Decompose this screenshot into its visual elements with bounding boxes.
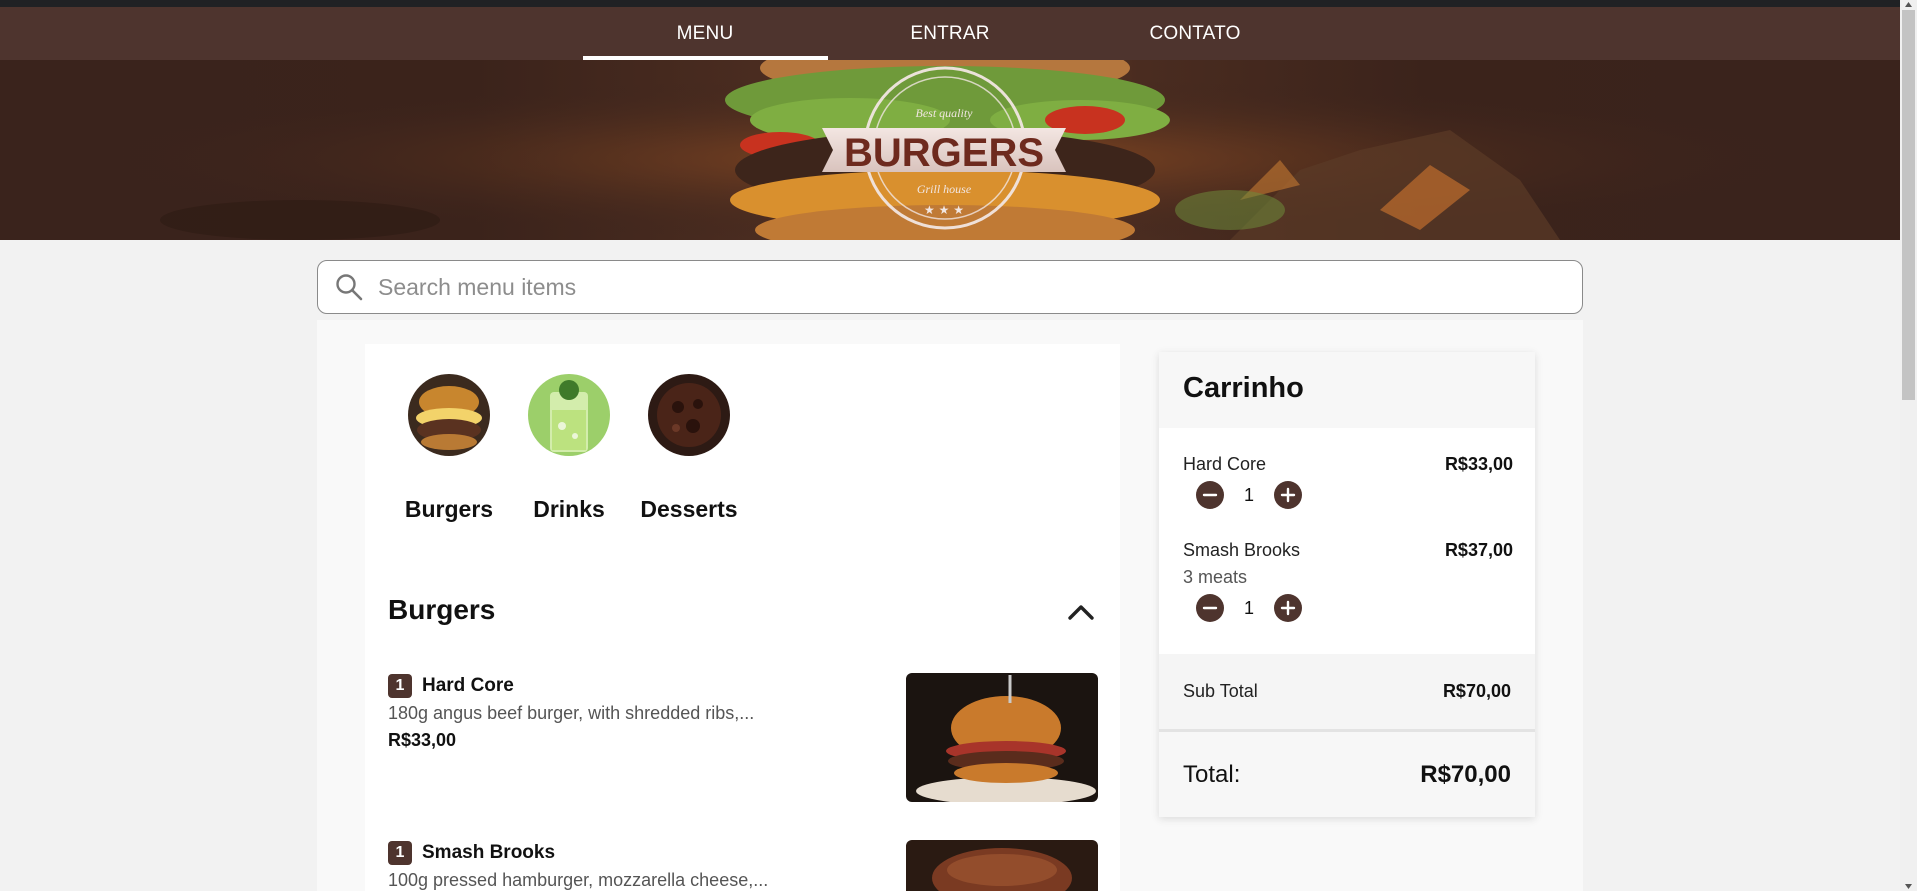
page-scrollbar[interactable] xyxy=(1900,0,1917,891)
dessert-photo-icon xyxy=(648,374,730,456)
cart-header: Carrinho xyxy=(1159,352,1535,428)
top-navbar: MENU ENTRAR CONTATO xyxy=(0,7,1900,60)
cart-line-smash-brooks: Smash Brooks R$37,00 3 meats 1 xyxy=(1183,540,1513,622)
plus-icon xyxy=(1280,600,1296,616)
decrease-button[interactable] xyxy=(1196,481,1224,509)
quantity-value: 1 xyxy=(1243,597,1254,618)
quantity-stepper: 1 xyxy=(1196,594,1513,622)
scrollbar-thumb[interactable] xyxy=(1902,10,1915,400)
subtotal-value: R$70,00 xyxy=(1442,681,1511,701)
decrease-button[interactable] xyxy=(1196,594,1224,622)
subtotal-row: Sub Total R$70,00 xyxy=(1159,654,1535,732)
section-header-burgers: Burgers xyxy=(388,594,1098,634)
hero-logo-bottom: Grill house xyxy=(917,182,972,196)
nav-item-menu[interactable]: MENU xyxy=(582,7,828,60)
increase-button[interactable] xyxy=(1274,594,1302,622)
qty-badge: 1 xyxy=(388,841,412,865)
increase-button[interactable] xyxy=(1274,481,1302,509)
menu-panel: Burgers Drinks Desserts Burgers 1 Hard C… xyxy=(365,344,1120,891)
category-burgers[interactable]: Burgers xyxy=(389,374,509,523)
nav-item-entrar[interactable]: ENTRAR xyxy=(828,7,1073,60)
category-label: Drinks xyxy=(533,496,605,522)
burger-photo-icon xyxy=(408,374,490,456)
menu-item-smash-brooks[interactable]: 1 Smash Brooks 100g pressed hamburger, m… xyxy=(388,840,1098,891)
cart-item-name: Smash Brooks xyxy=(1183,540,1301,560)
menu-item-hard-core[interactable]: 1 Hard Core 180g angus beef burger, with… xyxy=(388,673,1098,803)
total-row: Total: R$70,00 xyxy=(1159,732,1535,817)
nav-item-contato[interactable]: CONTATO xyxy=(1073,7,1318,60)
subtotal-label: Sub Total xyxy=(1183,681,1258,701)
cart-title: Carrinho xyxy=(1183,372,1304,404)
browser-top-strip xyxy=(0,0,1900,7)
item-name: Hard Core xyxy=(422,675,514,696)
cart-panel: Carrinho Hard Core R$33,00 1 Smash Brook… xyxy=(1159,352,1535,817)
category-label: Desserts xyxy=(640,496,738,522)
quantity-value: 1 xyxy=(1243,484,1254,505)
search-bar[interactable] xyxy=(317,260,1583,314)
chevron-up-icon[interactable] xyxy=(1064,596,1098,630)
cart-item-option: 3 meats xyxy=(1183,567,1248,587)
page: MENU ENTRAR CONTATO BURGERS Best quality… xyxy=(0,0,1900,891)
hero-logo-stars: ★ ★ ★ xyxy=(924,203,964,217)
cart-item-price: R$33,00 xyxy=(1444,454,1513,474)
total-value: R$70,00 xyxy=(1420,760,1511,788)
minus-icon xyxy=(1202,606,1218,610)
hero-logo-title: BURGERS xyxy=(844,131,1044,175)
search-icon xyxy=(336,274,363,301)
plus-icon xyxy=(1280,487,1296,503)
hard-core-photo xyxy=(906,673,1098,802)
cart-line-hard-core: Hard Core R$33,00 1 xyxy=(1183,454,1513,509)
quantity-stepper: 1 xyxy=(1196,481,1513,509)
category-desserts[interactable]: Desserts xyxy=(629,374,749,523)
category-drinks[interactable]: Drinks xyxy=(509,374,629,523)
section-title: Burgers xyxy=(388,594,496,625)
scroll-up-arrow-icon[interactable] xyxy=(1904,0,1913,9)
cart-item-name: Hard Core xyxy=(1183,454,1267,474)
category-label: Burgers xyxy=(404,496,494,522)
smash-brooks-photo xyxy=(906,840,1098,891)
hero-banner: BURGERS Best quality Grill house ★ ★ ★ xyxy=(0,60,1900,240)
hero-burger-image: BURGERS Best quality Grill house ★ ★ ★ xyxy=(0,60,1900,240)
hero-logo-top: Best quality xyxy=(916,106,974,120)
qty-badge: 1 xyxy=(388,674,412,698)
scroll-down-arrow-icon[interactable] xyxy=(1904,882,1913,891)
drink-photo-icon xyxy=(528,374,610,456)
category-list: Burgers Drinks Desserts xyxy=(389,374,749,523)
minus-icon xyxy=(1202,493,1218,497)
search-input[interactable] xyxy=(378,273,1582,301)
item-name: Smash Brooks xyxy=(422,842,556,863)
cart-item-price: R$37,00 xyxy=(1444,540,1513,560)
total-label: Total: xyxy=(1183,760,1241,788)
